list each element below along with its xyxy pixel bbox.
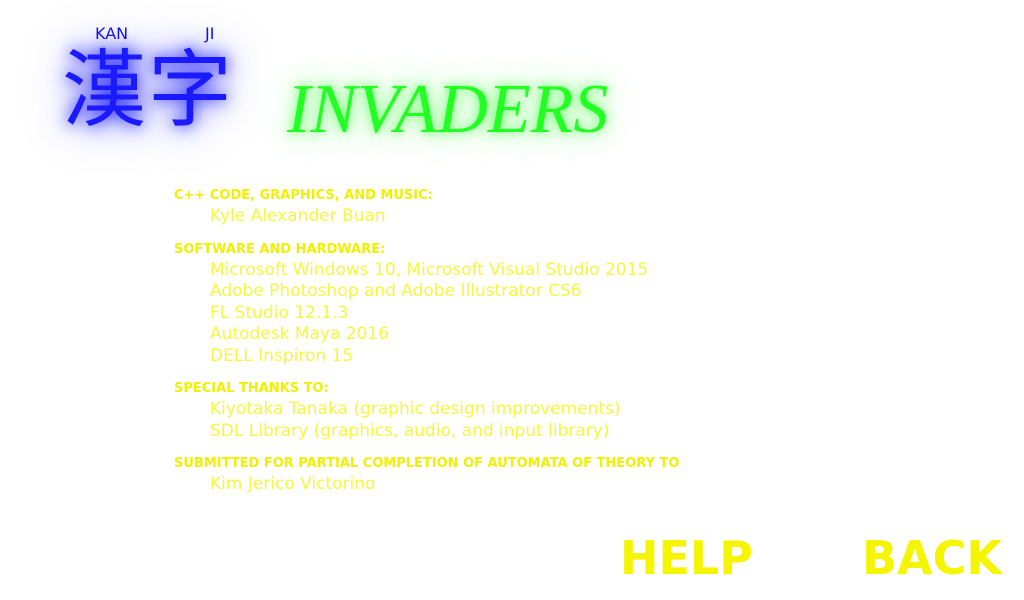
credits-section-thanks: SPECIAL THANKS TO: Kiyotaka Tanaka (grap… [174, 379, 794, 442]
credit-line: Autodesk Maya 2016 [210, 324, 390, 344]
credits-panel: C++ CODE, GRAPHICS, AND MUSIC: Kyle Alex… [174, 186, 794, 508]
credit-line: Microsoft Windows 10, Microsoft Visual S… [210, 259, 649, 280]
help-button[interactable]: HELP [620, 530, 753, 586]
kanji-title: 漢字 [62, 41, 235, 139]
credit-line: DELL Inspiron 15 [210, 345, 354, 366]
credits-section-submitted: SUBMITTED FOR PARTIAL COMPLETION OF AUTO… [174, 454, 794, 496]
credit-line: Kim Jerico Victorino [210, 474, 376, 494]
credit-line: Kyle Alexander Buan [210, 206, 386, 226]
section-heading: SUBMITTED FOR PARTIAL COMPLETION OF AUTO… [174, 456, 680, 471]
section-heading: SPECIAL THANKS TO: [174, 381, 329, 396]
game-logo: KAN JI 漢字 INVADERS [0, 0, 700, 170]
section-heading: C++ CODE, GRAPHICS, AND MUSIC: [174, 188, 433, 203]
credit-line: Kiyotaka Tanaka (graphic design improvem… [210, 399, 621, 419]
credits-section-code: C++ CODE, GRAPHICS, AND MUSIC: Kyle Alex… [174, 186, 794, 228]
back-button[interactable]: BACK [862, 530, 1002, 586]
credit-line: FL Studio 12.1.3 [210, 302, 349, 323]
credit-line: Adobe Photoshop and Adobe Illustrator CS… [210, 281, 582, 301]
credits-section-software: SOFTWARE AND HARDWARE: Microsoft Windows… [174, 240, 794, 368]
section-heading: SOFTWARE AND HARDWARE: [174, 241, 386, 257]
credit-line: SDL Library (graphics, audio, and input … [210, 420, 610, 441]
invaders-title: INVADERS [287, 71, 609, 148]
